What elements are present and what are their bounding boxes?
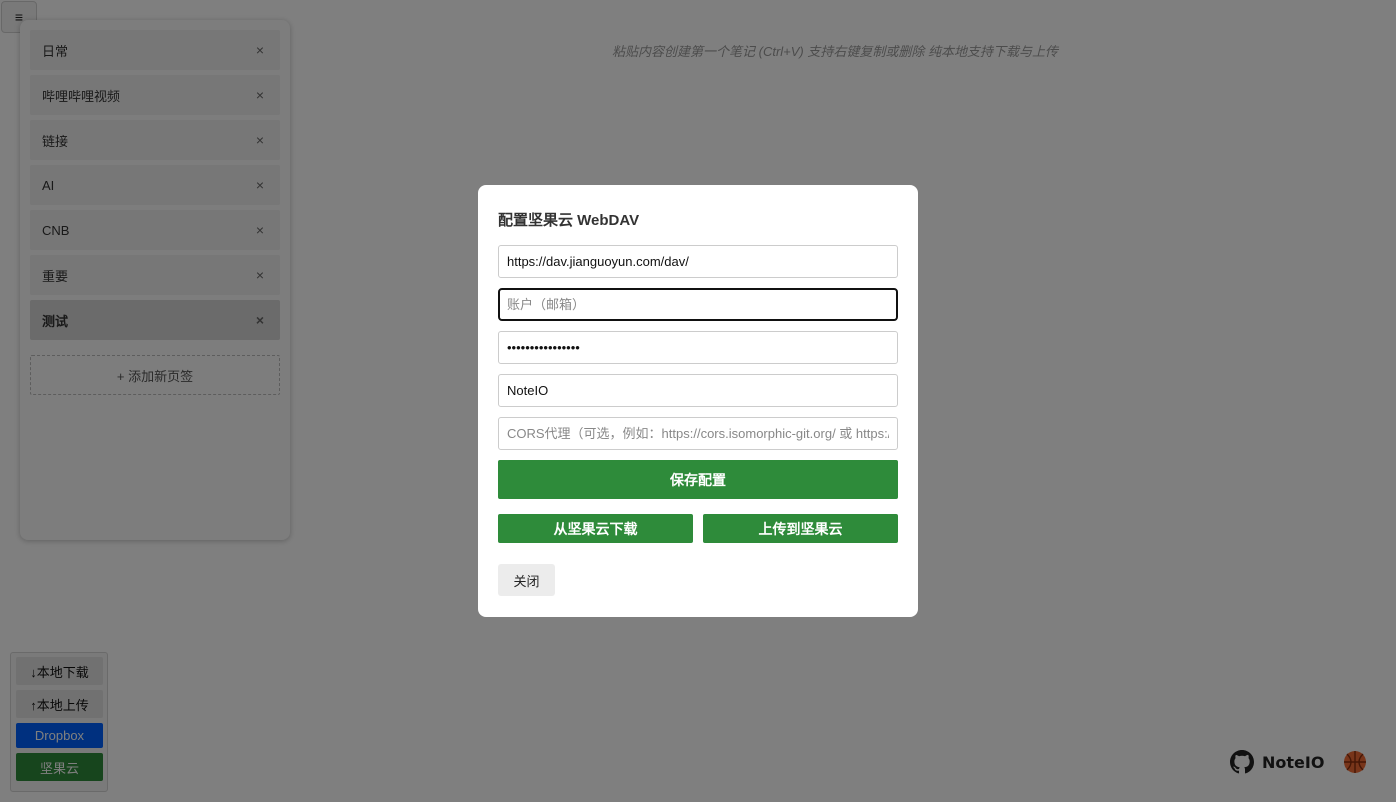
close-button[interactable]: 关闭: [498, 564, 555, 596]
upload-to-jianguoyun-button[interactable]: 上传到坚果云: [703, 514, 898, 543]
dialog-title: 配置坚果云 WebDAV: [498, 212, 640, 229]
account-email-field[interactable]: [498, 288, 898, 321]
folder-name-field[interactable]: [498, 374, 898, 407]
download-from-jianguoyun-button[interactable]: 从坚果云下载: [498, 514, 693, 543]
webdav-config-dialog: 配置坚果云 WebDAV 保存配置 从坚果云下载 上传到坚果云 关闭: [478, 185, 918, 617]
modal-backdrop[interactable]: 配置坚果云 WebDAV 保存配置 从坚果云下载 上传到坚果云 关闭: [0, 0, 1396, 802]
save-config-button[interactable]: 保存配置: [498, 460, 898, 499]
password-field[interactable]: [498, 331, 898, 364]
sync-actions: 从坚果云下载 上传到坚果云: [498, 514, 898, 543]
cors-proxy-field[interactable]: [498, 417, 898, 450]
webdav-url-field[interactable]: [498, 245, 898, 278]
